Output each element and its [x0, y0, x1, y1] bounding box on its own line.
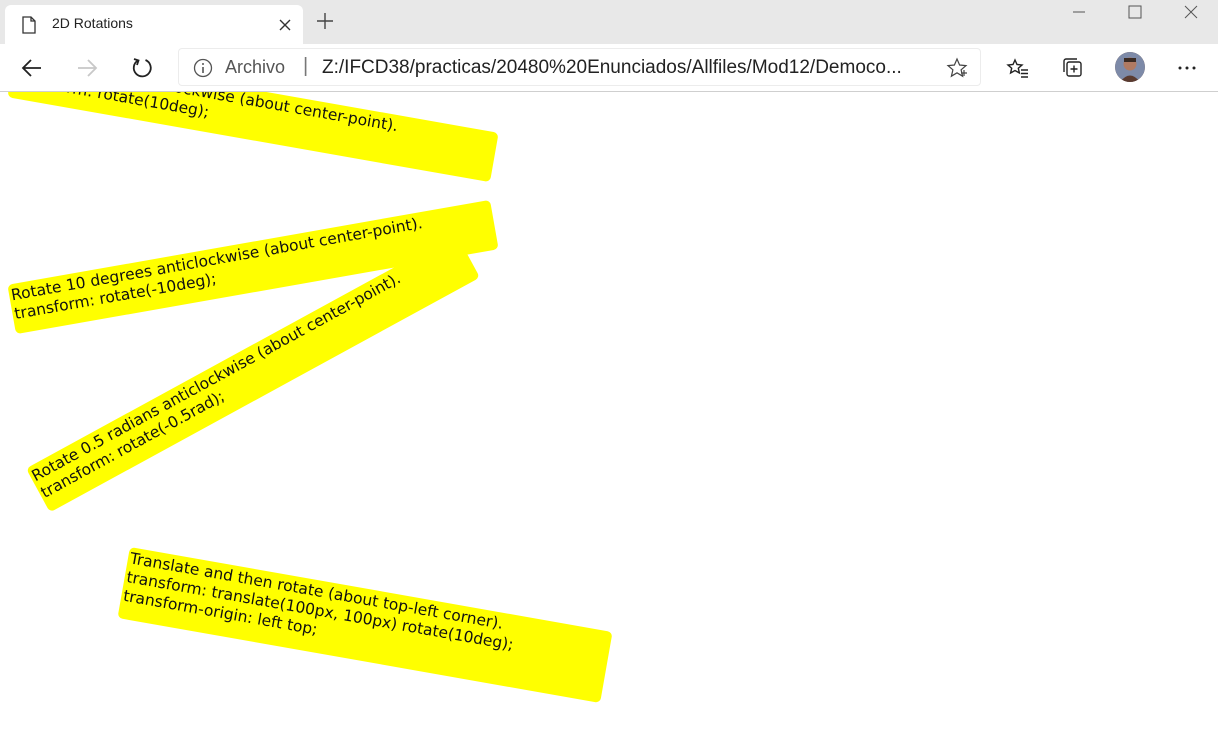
address-bar[interactable]: Archivo | Z:/IFCD38/practicas/20480%20En… [178, 48, 981, 86]
close-icon[interactable] [277, 17, 293, 33]
address-separator: | [303, 55, 309, 77]
collections-icon[interactable] [1059, 54, 1087, 82]
forward-icon[interactable] [73, 54, 101, 82]
active-tab[interactable]: 2D Rotations [5, 5, 303, 44]
favorites-icon[interactable] [1004, 54, 1032, 82]
rotate-clockwise-box: Rotate 10 degrees clockwise (about cente… [7, 92, 499, 183]
page-content: Rotate 10 degrees clockwise (about cente… [0, 92, 1218, 738]
back-icon[interactable] [18, 54, 46, 82]
minimize-icon[interactable] [1050, 0, 1106, 30]
tab-strip: 2D Rotations [0, 0, 1218, 44]
window-close-icon[interactable] [1162, 0, 1218, 30]
maximize-icon[interactable] [1106, 0, 1162, 30]
star-icon[interactable] [946, 57, 968, 79]
navigation-bar: Archivo | Z:/IFCD38/practicas/20480%20En… [0, 44, 1218, 92]
address-scheme-label: Archivo [225, 57, 286, 77]
translate-rotate-box: Translate and then rotate (about top-lef… [117, 547, 613, 703]
refresh-icon[interactable] [128, 54, 156, 82]
url-text[interactable]: Z:/IFCD38/practicas/20480%20Enunciados/A… [322, 57, 932, 79]
info-icon[interactable] [193, 58, 213, 78]
avatar[interactable] [1115, 52, 1145, 82]
page-icon [21, 16, 37, 34]
more-icon[interactable] [1173, 54, 1201, 82]
plus-icon[interactable] [314, 10, 336, 32]
tab-title: 2D Rotations [52, 15, 133, 31]
